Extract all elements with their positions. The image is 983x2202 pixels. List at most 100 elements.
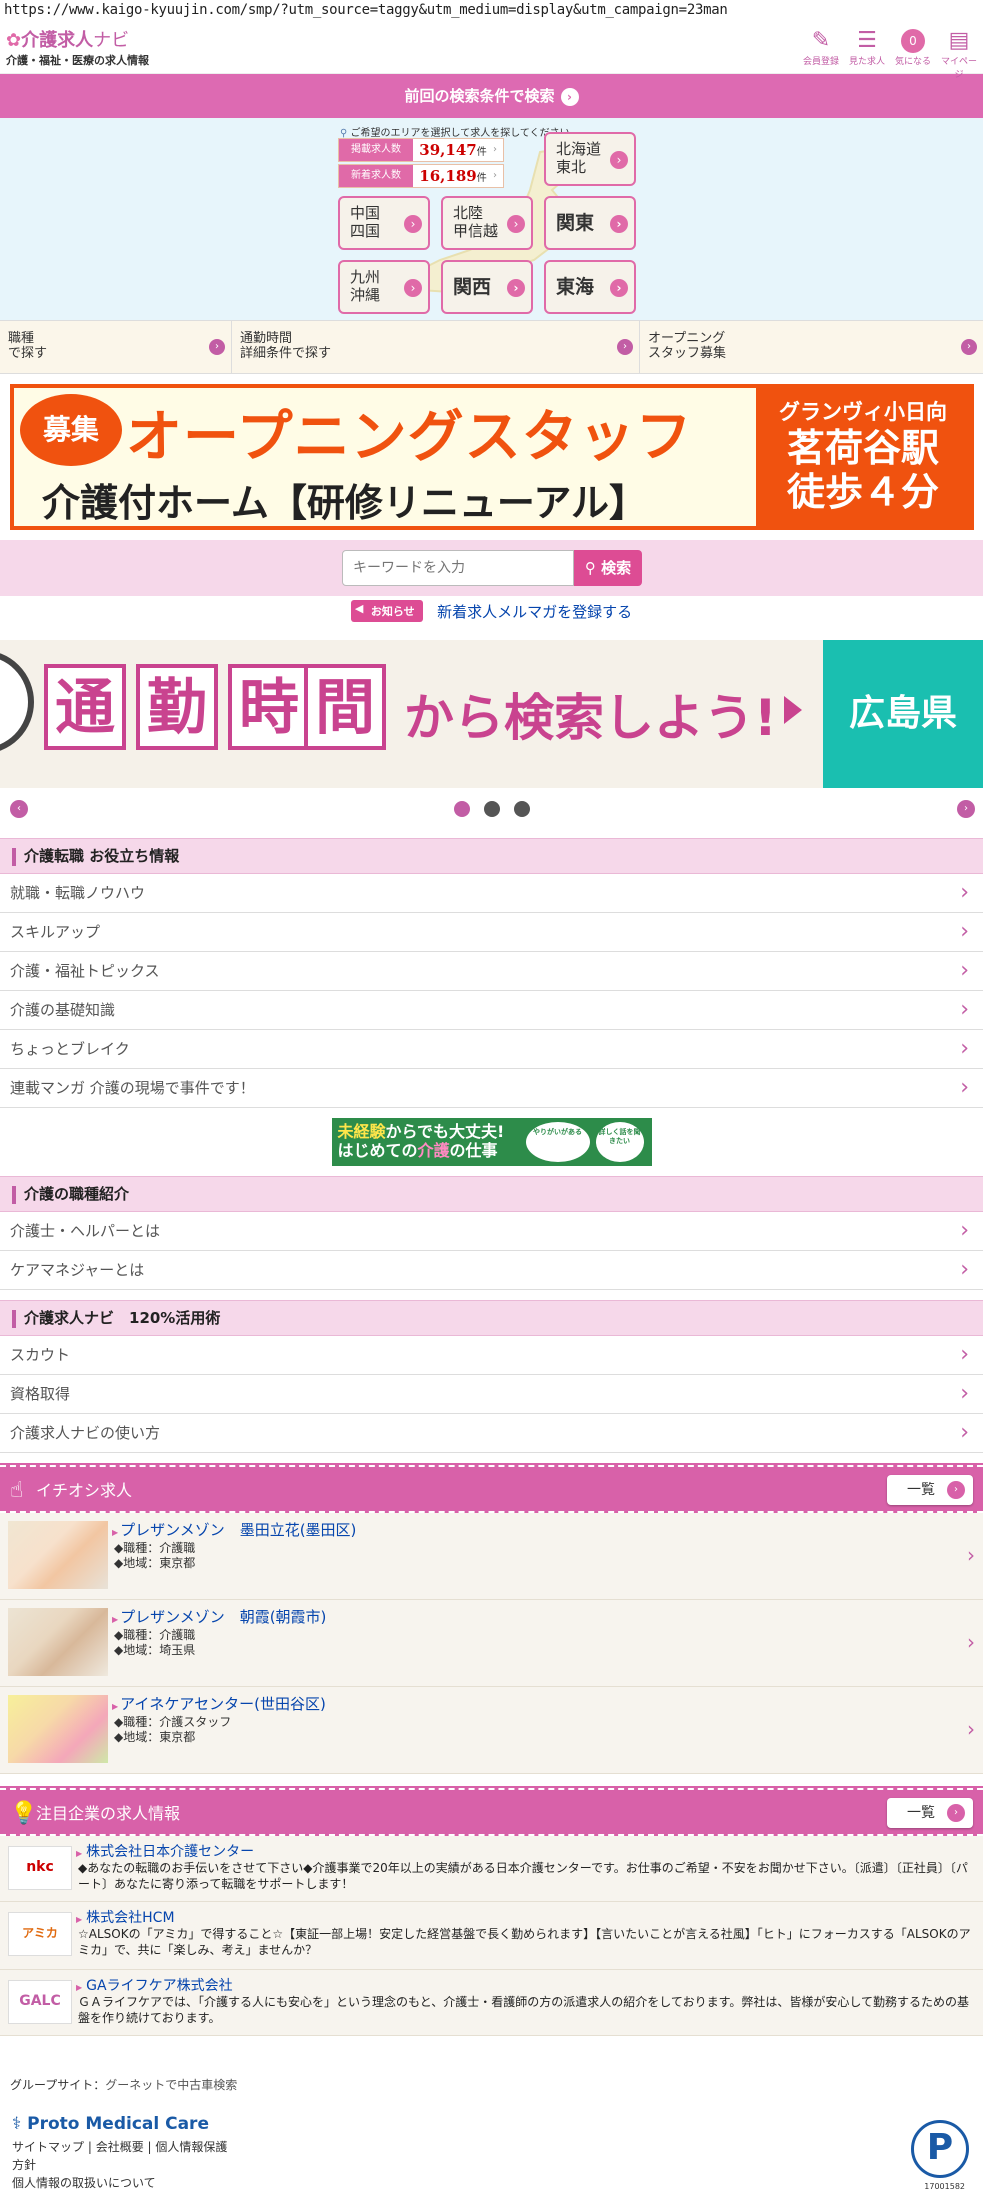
mypage-button[interactable]: ▤ マイページ bbox=[939, 28, 979, 80]
flower-icon: ✿ bbox=[6, 30, 22, 51]
list-item[interactable]: 介護士・ヘルパーとは bbox=[0, 1212, 983, 1251]
job-title-link[interactable]: アイネケアセンター(世田谷区) bbox=[112, 1693, 326, 1714]
beginner-banner[interactable]: 未経験からでも大丈夫! はじめての介護の仕事 やりがいがある 詳しく話を聞きたい bbox=[331, 1118, 652, 1166]
clock-icon bbox=[0, 650, 34, 754]
all-label: 一覧 bbox=[907, 1482, 935, 1498]
slider-dot-1[interactable] bbox=[454, 801, 470, 817]
chevron-right-icon: › bbox=[947, 1804, 965, 1822]
facility-name: グランヴィ小日向 bbox=[779, 400, 947, 424]
company-logo[interactable]: ⚕ Proto Medical Care bbox=[12, 2114, 209, 2134]
region-chugoku-shikoku[interactable]: 中国 四国 › bbox=[338, 196, 430, 250]
company-card[interactable]: nkc 株式会社日本介護センター ◆あなたの転職のお手伝いをさせて下さい◆介護事… bbox=[0, 1836, 983, 1902]
search-opening-staff[interactable]: オープニング スタッフ募集 › bbox=[640, 321, 983, 373]
list-item[interactable]: スキルアップ bbox=[0, 913, 983, 952]
job-card[interactable]: アイネケアセンター(世田谷区) ◆職種：介護スタッフ◆地域：東京都 › bbox=[0, 1687, 983, 1774]
previous-search-label: 前回の検索条件で検索 bbox=[404, 87, 555, 105]
speech-bubble: 詳しく話を聞きたい bbox=[595, 1122, 644, 1162]
region-hokkaido-tohoku[interactable]: 北海道 東北 › bbox=[544, 132, 636, 186]
header-icon-nav: ✎ 会員登録 ☰ 見た求人 0 気になる ▤ マイページ bbox=[801, 28, 979, 80]
search-by-commute[interactable]: 通勤時間 詳細条件で探す › bbox=[232, 321, 640, 373]
logo-navi-text: ナビ bbox=[93, 30, 130, 51]
job-occupation: ◆職種：介護職 bbox=[114, 1628, 196, 1642]
list-item[interactable]: ちょっとブレイク bbox=[0, 1030, 983, 1069]
region-tokai[interactable]: 東海 › bbox=[544, 260, 636, 314]
opening-staff-banner[interactable]: 募集 オープニングスタッフ 介護付ホーム【研修リニューアル】 グランヴィ小日向 … bbox=[10, 384, 974, 530]
section-heading: 介護転職 お役立ち情報 bbox=[0, 838, 983, 874]
site-logo[interactable]: ✿介護求人ナビ 介護・福祉・医療の求人情報 bbox=[6, 26, 149, 68]
region-line1: 関西 bbox=[453, 276, 492, 298]
viewed-jobs-button[interactable]: ☰ 見た求人 bbox=[847, 28, 887, 80]
job-photo bbox=[8, 1695, 108, 1763]
list-item[interactable]: 連載マンガ 介護の現場で事件です！ bbox=[0, 1069, 983, 1108]
list-item[interactable]: スカウト bbox=[0, 1336, 983, 1375]
region-kyushu-okinawa[interactable]: 九州 沖縄 › bbox=[338, 260, 430, 314]
play-icon bbox=[784, 696, 802, 724]
job-meta: ◆職種：介護職 ◆地域：東京都 bbox=[114, 1541, 195, 1571]
job-title-link[interactable]: プレザンメゾン 墨田立花(墨田区) bbox=[112, 1519, 356, 1540]
region-kanto[interactable]: 関東 › bbox=[544, 196, 636, 250]
policy-link[interactable]: 方針 bbox=[12, 2158, 36, 2172]
list-item[interactable]: 就職・転職ノウハウ bbox=[0, 874, 983, 913]
company-overview-link[interactable]: 会社概要 bbox=[96, 2140, 144, 2154]
register-button[interactable]: ✎ 会員登録 bbox=[801, 28, 841, 80]
company-name-link[interactable]: 株式会社日本介護センター bbox=[76, 1841, 254, 1861]
list-item[interactable]: 介護求人ナビの使い方 bbox=[0, 1414, 983, 1453]
station-name: 茗荷谷駅 bbox=[786, 426, 939, 470]
slider-prev-button[interactable]: ‹ bbox=[10, 800, 28, 818]
job-photo bbox=[8, 1521, 108, 1589]
keyword-search-button[interactable]: ⚲ 検索 bbox=[574, 550, 642, 586]
section-title: 介護求人ナビ 120%活用術 bbox=[24, 1309, 221, 1327]
logo-text: 介護求人 bbox=[21, 30, 94, 51]
chevron-right-icon: › bbox=[610, 215, 628, 233]
region-kansai[interactable]: 関西 › bbox=[441, 260, 533, 314]
privacy-mark-icon[interactable]: P bbox=[911, 2120, 969, 2178]
banner-inner: 募集 オープニングスタッフ 介護付ホーム【研修リニューアル】 グランヴィ小日向 … bbox=[14, 388, 970, 526]
companies-all-button[interactable]: 一覧 › bbox=[887, 1798, 973, 1828]
total-jobs-value: 39,147件 bbox=[413, 139, 493, 161]
keyword-input[interactable] bbox=[342, 550, 574, 586]
list-item[interactable]: 介護の基礎知識 bbox=[0, 991, 983, 1030]
region-hokuriku-koshinetsu[interactable]: 北陸 甲信越 › bbox=[441, 196, 533, 250]
slider-dot-3[interactable] bbox=[514, 801, 530, 817]
newsletter-link[interactable]: 新着求人メルマガを登録する bbox=[437, 603, 632, 621]
slider-nav: ‹ › bbox=[0, 798, 983, 820]
pmc-icon: ⚕ bbox=[12, 2114, 22, 2134]
chevron-right-icon: › bbox=[947, 1481, 965, 1499]
slider-next-button[interactable]: › bbox=[957, 800, 975, 818]
sitemap-link[interactable]: サイトマップ bbox=[12, 2140, 84, 2154]
region-line1: 九州 bbox=[350, 268, 381, 286]
region-line2: 沖縄 bbox=[350, 286, 381, 304]
company-name-link[interactable]: GAライフケア株式会社 bbox=[76, 1975, 232, 1995]
personal-info-link[interactable]: 個人情報の取扱いについて bbox=[12, 2176, 156, 2190]
pickup-all-button[interactable]: 一覧 › bbox=[887, 1475, 973, 1505]
job-title-link[interactable]: プレザンメゾン 朝霞(朝霞市) bbox=[112, 1606, 326, 1627]
favorites-button[interactable]: 0 気になる bbox=[893, 28, 933, 80]
company-name-link[interactable]: 株式会社HCM bbox=[76, 1907, 174, 1927]
chevron-right-icon: › bbox=[209, 339, 225, 355]
list-item[interactable]: 資格取得 bbox=[0, 1375, 983, 1414]
privacy-link[interactable]: 個人情報保護 bbox=[155, 2140, 227, 2154]
footer-links: サイトマップ | 会社概要 | 個人情報保護 方針 個人情報の取扱いについて bbox=[12, 2140, 228, 2190]
goonet-link[interactable]: グーネットで中古車検索 bbox=[105, 2078, 237, 2092]
region-line1: 北海道 bbox=[556, 140, 602, 158]
region-line2: 東北 bbox=[556, 158, 587, 176]
slider-dot-2[interactable] bbox=[484, 801, 500, 817]
slider-kanji: 間 bbox=[304, 664, 386, 750]
banner2-text: からでも大丈夫! bbox=[385, 1122, 505, 1141]
favorites-label: 気になる bbox=[894, 57, 931, 67]
company-description: ◆あなたの転職のお手伝いをさせて下さい◆介護事業で20年以上の実績がある日本介護… bbox=[78, 1861, 968, 1891]
job-card[interactable]: プレザンメゾン 墨田立花(墨田区) ◆職種：介護職◆地域：東京都 › bbox=[0, 1513, 983, 1600]
job-card[interactable]: プレザンメゾン 朝霞(朝霞市) ◆職種：介護職◆地域：埼玉県 › bbox=[0, 1600, 983, 1687]
job-occupation: ◆職種：介護スタッフ bbox=[114, 1715, 232, 1729]
commute-search-slider[interactable]: 通 勤 時 間 から検索しよう! 広島県 bbox=[0, 640, 983, 788]
company-card[interactable]: アミカ 株式会社HCM ☆ALSOKの「アミカ」で得すること☆【東証一部上場！安… bbox=[0, 1902, 983, 1970]
option-line2: で探す bbox=[8, 346, 48, 361]
new-jobs-number: 16,189 bbox=[419, 167, 477, 185]
list-item[interactable]: 介護・福祉トピックス bbox=[0, 952, 983, 991]
previous-search-button[interactable]: 前回の検索条件で検索 › bbox=[0, 74, 983, 118]
job-meta: ◆職種：介護職 ◆地域：埼玉県 bbox=[114, 1628, 195, 1658]
search-by-occupation[interactable]: 職種 で探す › bbox=[0, 321, 232, 373]
list-item[interactable]: ケアマネジャーとは bbox=[0, 1251, 983, 1290]
company-card[interactable]: GALC GAライフケア株式会社 ＧＡライフケアでは、「介護する人にも安心を」と… bbox=[0, 1970, 983, 2036]
